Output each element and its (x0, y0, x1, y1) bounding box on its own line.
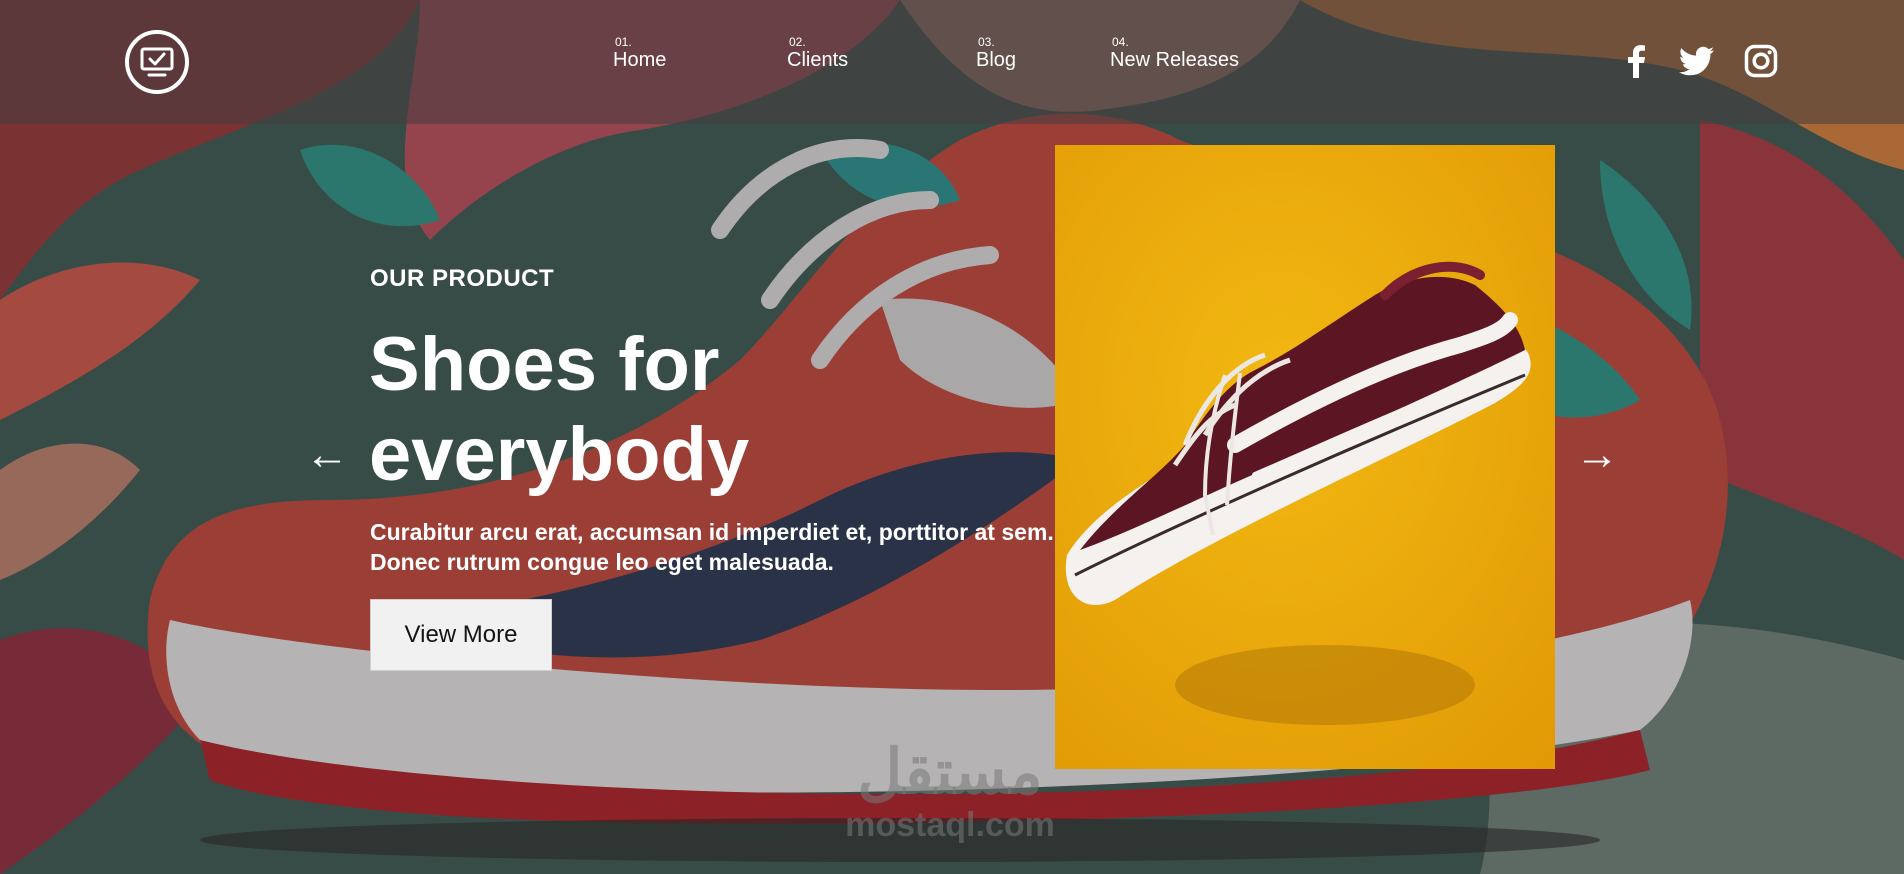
hero-title-line-1: Shoes for (369, 322, 720, 407)
watermark-latin: mostaql.com (845, 806, 1055, 844)
view-more-button[interactable]: View More (370, 599, 552, 671)
instagram-icon[interactable] (1744, 44, 1778, 78)
product-image (1055, 145, 1555, 769)
facebook-icon[interactable] (1620, 44, 1654, 78)
nav-label: Clients (787, 49, 849, 71)
logo[interactable] (125, 30, 189, 94)
monitor-check-icon (140, 47, 174, 77)
watermark-arabic: مستقل (857, 738, 1043, 807)
previous-slide-arrow[interactable]: ← (305, 433, 349, 477)
nav-number: 02. (789, 35, 806, 49)
twitter-icon[interactable] (1679, 44, 1714, 78)
hero-eyebrow: OUR PRODUCT (370, 265, 555, 292)
next-slide-arrow[interactable]: → (1575, 433, 1619, 477)
hero-description: Curabitur arcu erat, accumsan id imperdi… (370, 519, 1054, 575)
nav-item-new-releases[interactable]: 04. New Releases (1110, 36, 1239, 72)
hero-title: Shoes for everybody (369, 320, 929, 500)
nav-number: 01. (615, 35, 632, 49)
nav-number: 03. (978, 35, 995, 49)
nav-label: Blog (976, 49, 1017, 71)
nav-item-clients[interactable]: 02. Clients (787, 36, 848, 72)
nav-label: New Releases (1110, 49, 1239, 71)
site-header: 01. Home 02. Clients 03. Blog 04. New Re… (0, 0, 1904, 124)
hero-title-line-2: everybody (369, 412, 750, 497)
nav-number: 04. (1112, 35, 1129, 49)
nav-label: Home (613, 49, 667, 71)
nav-item-blog[interactable]: 03. Blog (976, 36, 1016, 72)
nav-item-home[interactable]: 01. Home (613, 36, 666, 72)
watermark: مستقل mostaql.com (810, 738, 1090, 845)
